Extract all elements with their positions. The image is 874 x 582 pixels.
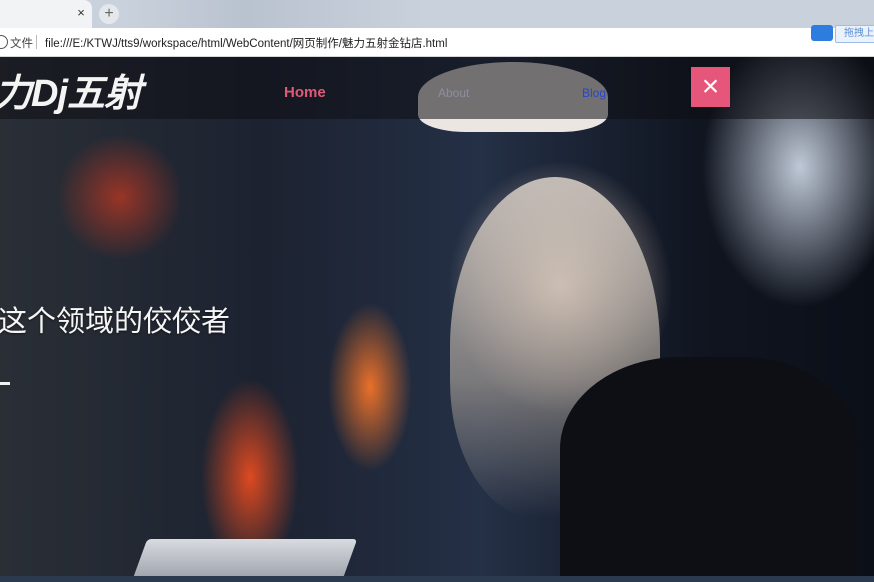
address-bar[interactable]: 文件 file:///E:/KTWJ/tts9/workspace/html/W… xyxy=(0,28,874,57)
nav-about-link[interactable]: About xyxy=(438,86,469,100)
active-tab[interactable]: × xyxy=(0,0,92,28)
baidu-cloud-icon[interactable] xyxy=(811,25,833,41)
tab-close-icon[interactable]: × xyxy=(74,6,88,20)
os-taskbar xyxy=(0,576,874,582)
nav-home-link[interactable]: Home xyxy=(284,84,326,101)
hero-figure-body xyxy=(560,357,860,577)
tab-strip: × + xyxy=(0,0,874,28)
info-icon[interactable] xyxy=(0,35,8,49)
menu-close-button[interactable]: × xyxy=(691,67,730,107)
address-separator xyxy=(36,35,37,49)
hero-divider xyxy=(0,382,10,385)
background-tab[interactable] xyxy=(125,0,425,28)
laptop-image xyxy=(132,539,358,577)
hero-tagline: 这个领域的佼佼者 xyxy=(0,306,231,338)
nav-blog-link[interactable]: Blog xyxy=(582,86,606,100)
scheme-label: 文件 xyxy=(10,38,33,50)
extension-button[interactable]: 拖拽上 xyxy=(835,25,874,43)
url-text[interactable]: file:///E:/KTWJ/tts9/workspace/html/WebC… xyxy=(45,35,447,51)
site-logo[interactable]: 力Dj五射 xyxy=(0,62,142,117)
new-tab-button[interactable]: + xyxy=(99,4,119,24)
